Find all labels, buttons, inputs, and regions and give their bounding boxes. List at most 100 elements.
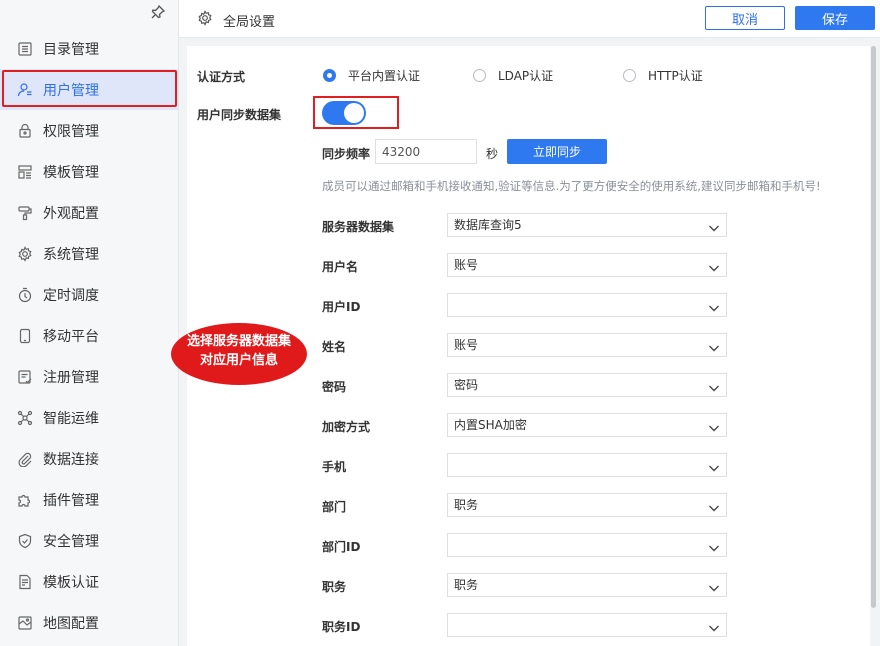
sync-frequency-input[interactable] [375,139,477,164]
position-id-select[interactable] [447,613,727,637]
name-select[interactable]: 账号 [447,333,727,357]
sidebar-item-label: 权限管理 [43,123,99,140]
field-label-name: 姓名 [322,340,347,354]
sidebar-item-label: 数据连接 [43,451,99,468]
sync-dataset-toggle[interactable] [322,101,366,125]
sidebar-item-ops[interactable]: 智能运维 [0,397,178,438]
sidebar-item-map[interactable]: 地图配置 [0,602,178,643]
sync-now-button[interactable]: 立即同步 [507,139,607,164]
gear-icon [17,245,33,262]
sidebar-item-mobile[interactable]: 移动平台 [0,315,178,356]
select-value: 密码 [454,378,479,392]
server-dataset-select[interactable]: 数据库查询5 [447,213,727,237]
sidebar-item-plugins[interactable]: 插件管理 [0,479,178,520]
radio-label: LDAP认证 [498,69,554,83]
chevron-down-icon [708,299,720,312]
field-label-position: 职务 [322,580,347,594]
field-label-position-id: 职务ID [322,620,361,634]
sidebar-item-label: 定时调度 [43,287,99,304]
sidebar-item-appearance[interactable]: 外观配置 [0,192,178,233]
encryption-select[interactable]: 内置SHA加密 [447,413,727,437]
field-label-username: 用户名 [322,260,359,274]
department-select[interactable]: 职务 [447,493,727,517]
field-label-department-id: 部门ID [322,540,361,554]
select-value: 数据库查询5 [454,218,522,232]
sidebar-item-label: 安全管理 [43,533,99,550]
select-value: 内置SHA加密 [454,418,527,432]
sync-frequency-label: 同步频率 [322,147,371,161]
sidebar-item-label: 模板认证 [43,574,99,591]
mobile-select[interactable] [447,453,727,477]
shield-icon [17,533,33,549]
sync-dataset-label: 用户同步数据集 [197,108,282,122]
sync-frequency-unit: 秒 [486,147,499,161]
callout-line-1: 选择服务器数据集 [186,334,291,349]
sidebar-item-templates[interactable]: 模板管理 [0,151,178,192]
sidebar-item-label: 目录管理 [43,41,99,58]
register-icon [17,369,33,385]
sync-hint-text: 成员可以通过邮箱和手机接收通知,验证等信息.为了更方便安全的使用系统,建议同步邮… [322,179,821,193]
chevron-down-icon [708,379,720,392]
sidebar-item-security[interactable]: 安全管理 [0,520,178,561]
sidebar-item-template-auth[interactable]: 模板认证 [0,561,178,602]
chevron-down-icon [708,579,720,592]
select-value: 账号 [454,338,479,352]
radio-builtin-auth[interactable]: 平台内置认证 [323,67,420,84]
cancel-button[interactable]: 取消 [705,6,785,30]
sidebar-item-registration[interactable]: 注册管理 [0,356,178,397]
radio-ldap-auth[interactable]: LDAP认证 [473,67,553,84]
username-select[interactable]: 账号 [447,253,727,277]
field-label-mobile: 手机 [322,460,347,474]
position-select[interactable]: 职务 [447,573,727,597]
sidebar-item-label: 模板管理 [43,164,99,181]
sidebar-item-label: 注册管理 [43,369,99,386]
toggle-knob [344,103,364,123]
sidebar-item-system[interactable]: 系统管理 [0,233,178,274]
sidebar-item-label: 地图配置 [43,615,99,632]
auth-method-label: 认证方式 [197,70,246,84]
sidebar-item-data-connection[interactable]: 数据连接 [0,438,178,479]
scrollbar[interactable] [871,46,876,608]
field-label-department: 部门 [322,500,347,514]
pin-icon[interactable] [150,4,166,20]
field-label-user-id: 用户ID [322,300,361,314]
header: 全局设置 取消 保存 [179,0,880,38]
chevron-down-icon [708,419,720,432]
chevron-down-icon [708,619,720,632]
password-select[interactable]: 密码 [447,373,727,397]
chevron-down-icon [708,539,720,552]
field-label-password: 密码 [322,380,347,394]
chevron-down-icon [708,259,720,272]
mobile-icon [17,328,33,344]
user-id-select[interactable] [447,293,727,317]
chevron-down-icon [708,499,720,512]
list-icon [17,41,33,57]
sidebar-menu: 目录管理 用户管理 权限管理 模板管理 外观配置 系统管理 定时调度 移动平台 [0,28,178,643]
lock-icon [17,123,33,139]
network-icon [17,410,33,426]
sidebar-item-schedule[interactable]: 定时调度 [0,274,178,315]
radio-label: 平台内置认证 [348,69,421,83]
select-value: 职务 [454,578,479,592]
save-button[interactable]: 保存 [795,6,875,30]
select-value: 账号 [454,258,479,272]
chevron-down-icon [708,339,720,352]
sidebar: 目录管理 用户管理 权限管理 模板管理 外观配置 系统管理 定时调度 移动平台 [0,0,179,646]
sidebar-item-users[interactable]: 用户管理 [0,69,178,110]
field-label-encryption: 加密方式 [322,420,371,434]
sidebar-item-label: 插件管理 [43,492,99,509]
timer-icon [17,287,33,303]
chevron-down-icon [708,219,720,232]
select-value: 职务 [454,498,479,512]
radio-label: HTTP认证 [648,69,703,83]
department-id-select[interactable] [447,533,727,557]
paint-roller-icon [17,205,33,221]
document-check-icon [17,574,33,590]
radio-dot [473,69,486,82]
sidebar-item-label: 移动平台 [43,328,99,345]
callout-line-2: 对应用户信息 [199,353,278,368]
sidebar-item-label: 系统管理 [43,246,99,263]
radio-http-auth[interactable]: HTTP认证 [623,67,703,84]
sidebar-item-catalog[interactable]: 目录管理 [0,28,178,69]
sidebar-item-permissions[interactable]: 权限管理 [0,110,178,151]
